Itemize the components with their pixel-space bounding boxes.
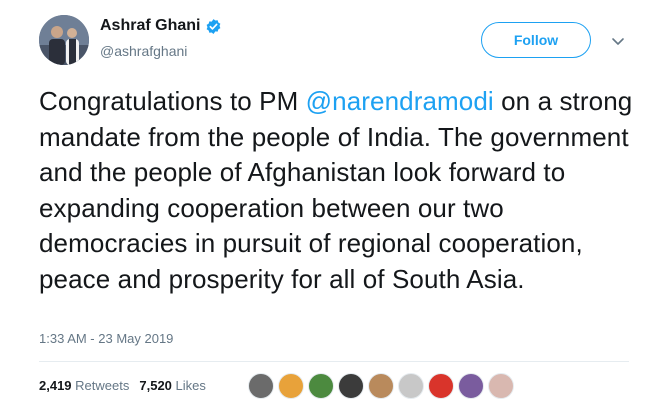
mention-link[interactable]: @narendramodi — [306, 86, 494, 116]
liker-avatar[interactable] — [428, 373, 454, 399]
follow-button[interactable]: Follow — [481, 22, 591, 58]
likes-label: Likes — [175, 378, 206, 393]
handle[interactable]: @ashrafghani — [100, 42, 222, 60]
tweet-card: Ashraf Ghani @ashrafghani Follow Congrat… — [0, 0, 659, 400]
tweet-stats: 2,419 Retweets 7,520 Likes — [39, 378, 206, 393]
tweet-text-part: on a strong mandate from the people of I… — [39, 86, 633, 294]
liker-avatars — [248, 373, 518, 399]
verified-badge-icon — [207, 18, 221, 34]
liker-avatar[interactable] — [308, 373, 334, 399]
liker-avatar[interactable] — [488, 373, 514, 399]
likes-stat[interactable]: 7,520 Likes — [139, 378, 206, 393]
display-name: Ashraf Ghani — [100, 17, 201, 34]
author-info: Ashraf Ghani @ashrafghani — [100, 16, 222, 60]
liker-avatar[interactable] — [458, 373, 484, 399]
chevron-down-icon[interactable] — [609, 32, 627, 50]
avatar[interactable] — [39, 15, 89, 65]
tweet-text: Congratulations to PM @narendramodi on a… — [39, 84, 639, 297]
divider — [39, 361, 629, 362]
retweets-label: Retweets — [75, 378, 130, 393]
liker-avatar[interactable] — [338, 373, 364, 399]
tweet-text-part: Congratulations to PM — [39, 86, 306, 116]
likes-count: 7,520 — [139, 378, 172, 393]
retweets-stat[interactable]: 2,419 Retweets — [39, 378, 129, 393]
retweets-count: 2,419 — [39, 378, 72, 393]
timestamp[interactable]: 1:33 AM - 23 May 2019 — [39, 331, 173, 346]
liker-avatar[interactable] — [278, 373, 304, 399]
liker-avatar[interactable] — [368, 373, 394, 399]
profile-photo-icon — [39, 15, 89, 65]
liker-avatar[interactable] — [248, 373, 274, 399]
liker-avatar[interactable] — [398, 373, 424, 399]
display-name-link[interactable]: Ashraf Ghani — [100, 16, 222, 36]
